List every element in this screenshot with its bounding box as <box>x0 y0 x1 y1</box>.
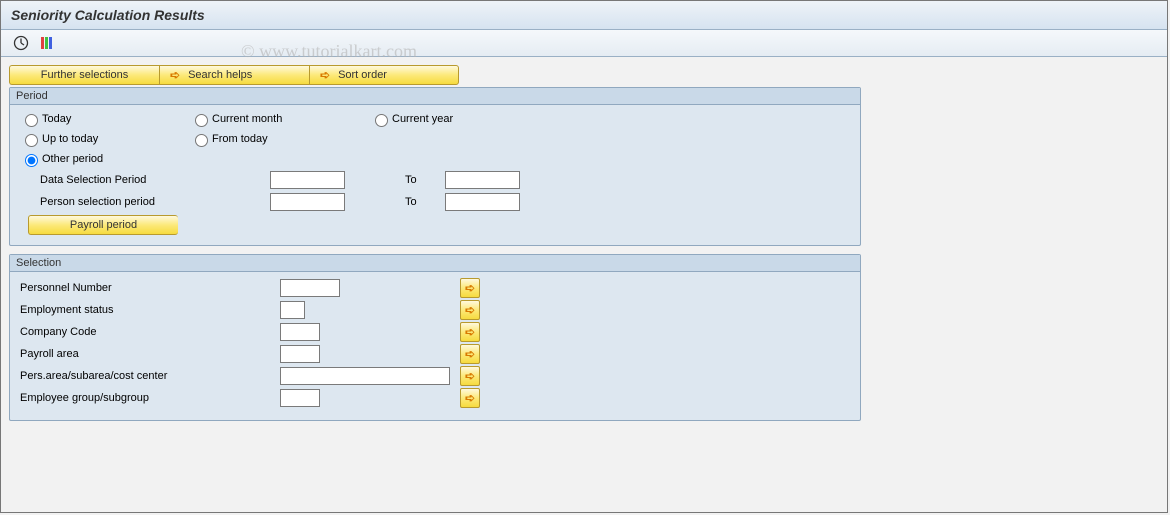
radio-up-to-today[interactable]: Up to today <box>20 131 190 147</box>
radio-current-month-input[interactable] <box>195 114 208 127</box>
to-label-2: To <box>405 196 445 208</box>
radio-up-to-today-label: Up to today <box>42 133 98 145</box>
arrow-right-icon: ➪ <box>465 369 475 383</box>
radio-current-year[interactable]: Current year <box>370 111 453 127</box>
arrow-right-icon: ➪ <box>465 325 475 339</box>
radio-other-period[interactable]: Other period <box>20 151 190 167</box>
payroll-area-more-button[interactable]: ➪ <box>460 344 480 364</box>
to-label-1: To <box>405 174 445 186</box>
payroll-period-button[interactable]: Payroll period <box>28 215 178 235</box>
variant-icon[interactable] <box>37 34 57 52</box>
radio-today-label: Today <box>42 113 71 125</box>
radio-up-to-today-input[interactable] <box>25 134 38 147</box>
further-selections-button[interactable]: Further selections <box>9 65 159 85</box>
person-selection-period-label: Person selection period <box>40 196 270 208</box>
arrow-right-icon: ➪ <box>465 281 475 295</box>
selection-title: Selection <box>10 255 860 272</box>
data-selection-to-input[interactable] <box>445 171 520 189</box>
employee-group-more-button[interactable]: ➪ <box>460 388 480 408</box>
company-code-input[interactable] <box>280 323 320 341</box>
arrow-right-icon: ➪ <box>465 303 475 317</box>
data-selection-from-input[interactable] <box>270 171 345 189</box>
company-code-more-button[interactable]: ➪ <box>460 322 480 342</box>
pers-area-label: Pers.area/subarea/cost center <box>20 370 280 382</box>
person-selection-to-input[interactable] <box>445 193 520 211</box>
data-selection-period-label: Data Selection Period <box>40 174 270 186</box>
employee-group-label: Employee group/subgroup <box>20 392 280 404</box>
personnel-number-more-button[interactable]: ➪ <box>460 278 480 298</box>
arrow-right-icon: ➪ <box>465 347 475 361</box>
employment-status-more-button[interactable]: ➪ <box>460 300 480 320</box>
payroll-area-label: Payroll area <box>20 348 280 360</box>
title-bar: Seniority Calculation Results <box>1 1 1167 30</box>
period-title: Period <box>10 88 860 105</box>
period-groupbox: Period Today Current month Current year <box>9 87 861 246</box>
personnel-number-input[interactable] <box>280 279 340 297</box>
employment-status-label: Employment status <box>20 304 280 316</box>
radio-today[interactable]: Today <box>20 111 190 127</box>
radio-from-today[interactable]: From today <box>190 131 370 147</box>
payroll-area-input[interactable] <box>280 345 320 363</box>
pers-area-more-button[interactable]: ➪ <box>460 366 480 386</box>
page-title: Seniority Calculation Results <box>11 7 205 23</box>
arrow-right-icon: ➪ <box>465 391 475 405</box>
selection-groupbox: Selection Personnel Number ➪ Employment … <box>9 254 861 421</box>
sort-order-label: Sort order <box>338 69 387 81</box>
company-code-label: Company Code <box>20 326 280 338</box>
arrow-right-icon: ➪ <box>170 68 180 82</box>
personnel-number-label: Personnel Number <box>20 282 280 294</box>
radio-other-period-input[interactable] <box>25 154 38 167</box>
employee-group-input[interactable] <box>280 389 320 407</box>
search-helps-label: Search helps <box>188 69 252 81</box>
arrow-right-icon: ➪ <box>320 68 330 82</box>
radio-other-period-label: Other period <box>42 153 103 165</box>
radio-today-input[interactable] <box>25 114 38 127</box>
radio-from-today-label: From today <box>212 133 268 145</box>
employment-status-input[interactable] <box>280 301 305 319</box>
search-helps-button[interactable]: ➪ Search helps <box>159 65 309 85</box>
radio-current-year-label: Current year <box>392 113 453 125</box>
radio-current-month-label: Current month <box>212 113 282 125</box>
radio-current-month[interactable]: Current month <box>190 111 370 127</box>
app-toolbar <box>1 30 1167 57</box>
selection-options-row: Further selections ➪ Search helps ➪ Sort… <box>9 65 1159 85</box>
radio-from-today-input[interactable] <box>195 134 208 147</box>
sort-order-button[interactable]: ➪ Sort order <box>309 65 459 85</box>
radio-current-year-input[interactable] <box>375 114 388 127</box>
person-selection-from-input[interactable] <box>270 193 345 211</box>
pers-area-input[interactable] <box>280 367 450 385</box>
execute-icon[interactable] <box>11 34 31 52</box>
